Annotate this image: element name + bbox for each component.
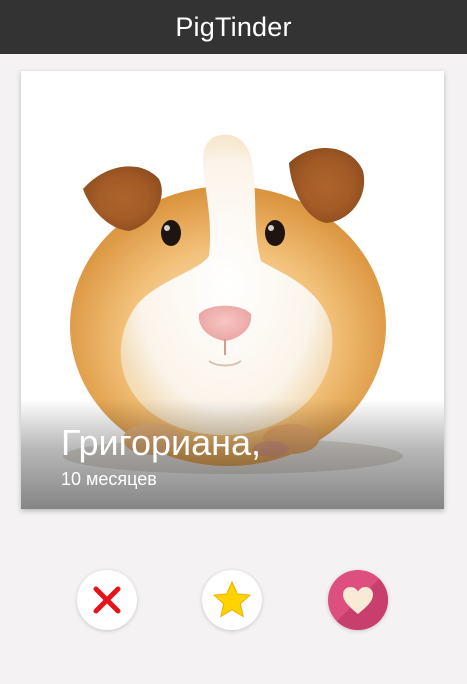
profile-name: Григориана, [61, 422, 262, 463]
like-button[interactable] [328, 570, 388, 630]
nope-button[interactable] [77, 570, 137, 630]
superlike-button[interactable] [202, 570, 262, 630]
profile-card[interactable]: Григориана, 10 месяцев [21, 71, 444, 509]
star-icon [212, 580, 252, 620]
close-icon [92, 585, 122, 615]
app-title: PigTinder [175, 11, 292, 42]
profile-age: 10 месяцев [61, 469, 157, 489]
heart-icon [341, 585, 375, 615]
app-header: PigTinder [0, 0, 467, 54]
